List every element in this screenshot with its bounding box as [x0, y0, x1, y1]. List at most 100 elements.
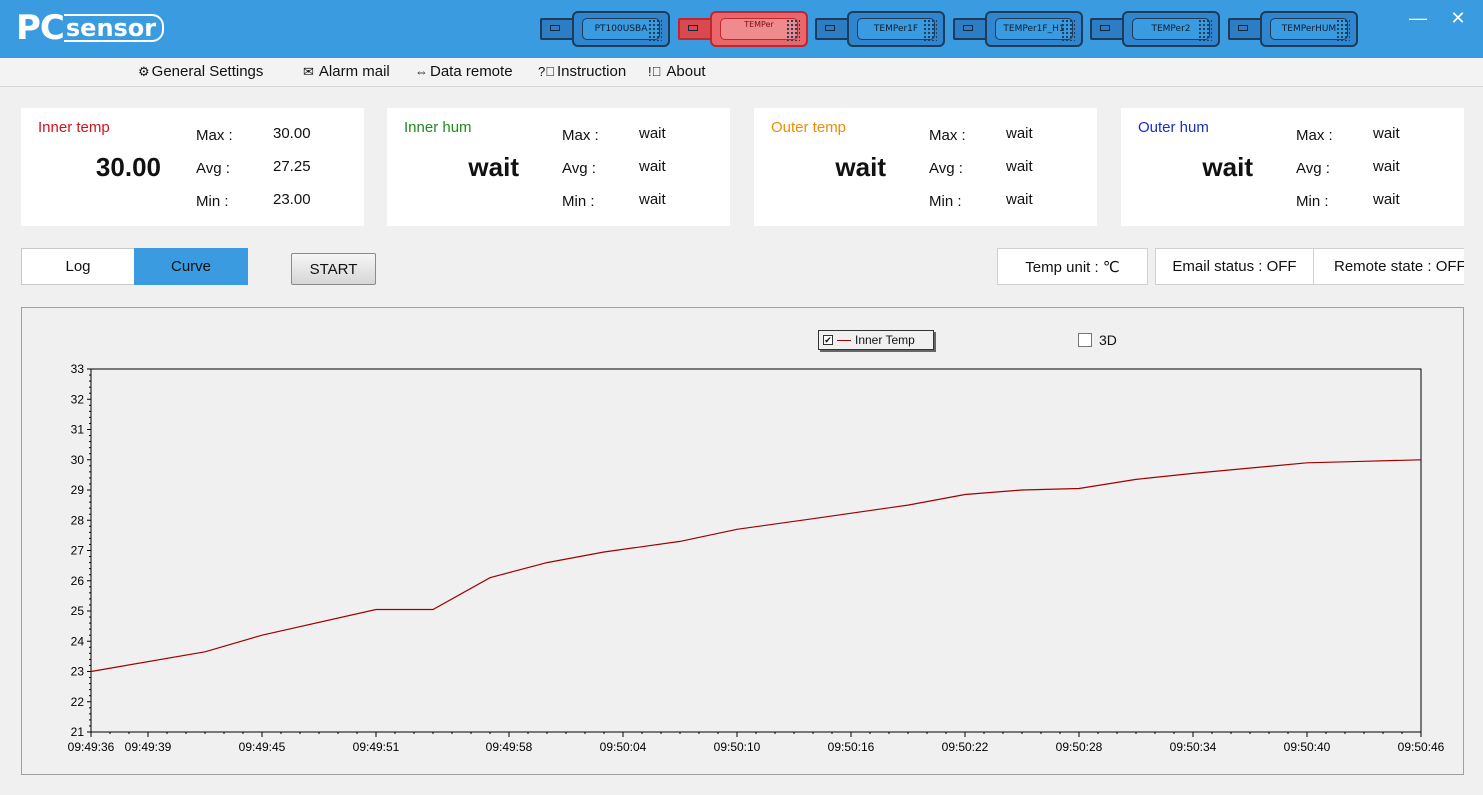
- y-tick-label: 26: [71, 574, 85, 588]
- menu-general-settings[interactable]: ⚙ General Settings: [138, 63, 263, 80]
- avg-label: Avg :: [196, 160, 230, 177]
- menu-about[interactable]: !⃝ About: [648, 63, 706, 80]
- device-temper[interactable]: TEMPer: [678, 10, 808, 48]
- min-label: Min :: [562, 193, 595, 210]
- avg-label: Avg :: [1296, 160, 1330, 177]
- avg-label: Avg :: [929, 160, 963, 177]
- temperature-line-chart: 21 22 23 24 25 26 27 28 29 30 31 32 33 09:49:36 09:49:…: [68, 362, 1445, 754]
- x-tick-label: 09:49:58: [486, 740, 533, 754]
- menu-bar: ⚙ General Settings ✉ Alarm mail ⇔ Data remo…: [0, 58, 1483, 87]
- x-tick-label: 09:50:16: [828, 740, 875, 754]
- vent-icon: [1061, 19, 1075, 41]
- x-tick-label: 09:49:45: [239, 740, 286, 754]
- y-tick-label: 33: [71, 362, 85, 376]
- avg-value: wait: [1373, 158, 1400, 175]
- temp-unit-status[interactable]: Temp unit : ℃: [997, 248, 1148, 285]
- x-tick-label: 09:50:28: [1056, 740, 1103, 754]
- usb-plug-icon: [953, 18, 987, 40]
- inner-temp-card: Inner temp 30.00 Max : 30.00 Avg : 27.25…: [21, 108, 364, 226]
- x-tick-label: 09:50:22: [942, 740, 989, 754]
- avg-value: wait: [1006, 158, 1033, 175]
- x-tick-label: 09:50:34: [1170, 740, 1217, 754]
- usb-plug-icon: [678, 18, 712, 40]
- outer-hum-card: Outer hum wait Max : wait Avg : wait Min…: [1121, 108, 1464, 226]
- y-tick-label: 28: [71, 513, 85, 527]
- x-tick-label: 09:50:46: [1398, 740, 1445, 754]
- min-value: wait: [639, 191, 666, 208]
- card-title: Outer temp: [771, 119, 847, 136]
- start-button[interactable]: START: [291, 253, 376, 285]
- x-tick-label: 09:50:04: [600, 740, 647, 754]
- tab-log[interactable]: Log: [21, 248, 135, 285]
- menu-alarm-mail[interactable]: ✉ Alarm mail: [303, 63, 390, 80]
- remote-state-status[interactable]: Remote state : OFF: [1313, 248, 1464, 285]
- device-temper1f-h1[interactable]: TEMPer1F_H1: [953, 10, 1083, 48]
- avg-value: 27.25: [273, 158, 311, 175]
- tab-curve[interactable]: Curve: [134, 248, 248, 285]
- max-value: wait: [639, 125, 666, 142]
- min-value: wait: [1006, 191, 1033, 208]
- max-label: Max :: [196, 127, 233, 144]
- legend-label: Inner Temp: [855, 333, 915, 347]
- min-value: 23.00: [273, 191, 311, 208]
- max-value: 30.00: [273, 125, 311, 142]
- y-tick-label: 22: [71, 695, 85, 709]
- current-value: wait: [835, 152, 886, 182]
- usb-plug-icon: [540, 18, 574, 40]
- x-tick-label: 09:49:39: [125, 740, 172, 754]
- email-status[interactable]: Email status : OFF: [1155, 248, 1314, 285]
- y-tick-label: 23: [71, 665, 85, 679]
- avg-label: Avg :: [562, 160, 596, 177]
- menu-instruction[interactable]: ?⃝ Instruction: [538, 63, 626, 80]
- exchange-arrows-icon: ⇔: [415, 64, 428, 79]
- chart-panel: 21 22 23 24 25 26 27 28 29 30 31 32 33 09:49:36 09:49:…: [21, 307, 1464, 775]
- max-label: Max :: [929, 127, 966, 144]
- outer-temp-card: Outer temp wait Max : wait Avg : wait Mi…: [754, 108, 1097, 226]
- usb-plug-icon: [1090, 18, 1124, 40]
- device-pt100usba[interactable]: PT100USBA: [540, 10, 670, 48]
- max-label: Max :: [562, 127, 599, 144]
- minimize-button[interactable]: —: [1406, 8, 1430, 29]
- current-value: wait: [468, 152, 519, 182]
- menu-label: General Settings: [151, 63, 264, 80]
- 3d-toggle[interactable]: 3D: [1078, 332, 1117, 348]
- menu-label: Alarm mail: [318, 63, 390, 80]
- question-circle-icon: ?⃝: [538, 64, 555, 79]
- y-tick-label: 29: [71, 483, 85, 497]
- vent-icon: [1198, 19, 1212, 41]
- menu-label: Instruction: [556, 63, 627, 80]
- legend-checkbox[interactable]: ✔: [823, 335, 833, 345]
- vent-icon: [1336, 19, 1350, 41]
- device-temper2[interactable]: TEMPer2: [1090, 10, 1220, 48]
- close-button[interactable]: ✕: [1446, 8, 1470, 29]
- logo-pc-text: PC: [16, 8, 65, 48]
- min-label: Min :: [196, 193, 229, 210]
- y-tick-label: 25: [71, 604, 85, 618]
- x-tick-label: 09:49:36: [68, 740, 115, 754]
- info-circle-icon: !⃝: [648, 64, 662, 79]
- chart-legend[interactable]: ✔ Inner Temp: [818, 330, 934, 350]
- device-temperhum[interactable]: TEMPerHUM: [1228, 10, 1358, 48]
- usb-plug-icon: [815, 18, 849, 40]
- usb-plug-icon: [1228, 18, 1262, 40]
- menu-label: Data remote: [430, 63, 513, 80]
- y-tick-label: 31: [71, 423, 85, 437]
- max-value: wait: [1373, 125, 1400, 142]
- device-temper1f[interactable]: TEMPer1F: [815, 10, 945, 48]
- vent-icon: [923, 19, 937, 41]
- vent-icon: [648, 19, 662, 41]
- card-title: Inner temp: [38, 119, 110, 136]
- vent-icon: [786, 19, 800, 41]
- menu-data-remote[interactable]: ⇔ Data remote: [415, 63, 513, 80]
- min-label: Min :: [929, 193, 962, 210]
- gear-icon: ⚙: [138, 63, 150, 79]
- card-title: Inner hum: [404, 119, 472, 136]
- max-label: Max :: [1296, 127, 1333, 144]
- 3d-checkbox[interactable]: [1078, 333, 1092, 347]
- current-value: wait: [1202, 152, 1253, 182]
- 3d-label: 3D: [1099, 332, 1117, 348]
- x-tick-label: 09:50:40: [1284, 740, 1331, 754]
- logo-sensor-text: sensor: [63, 14, 165, 42]
- menu-label: About: [666, 63, 706, 80]
- pcsensor-logo: PC sensor: [16, 8, 165, 48]
